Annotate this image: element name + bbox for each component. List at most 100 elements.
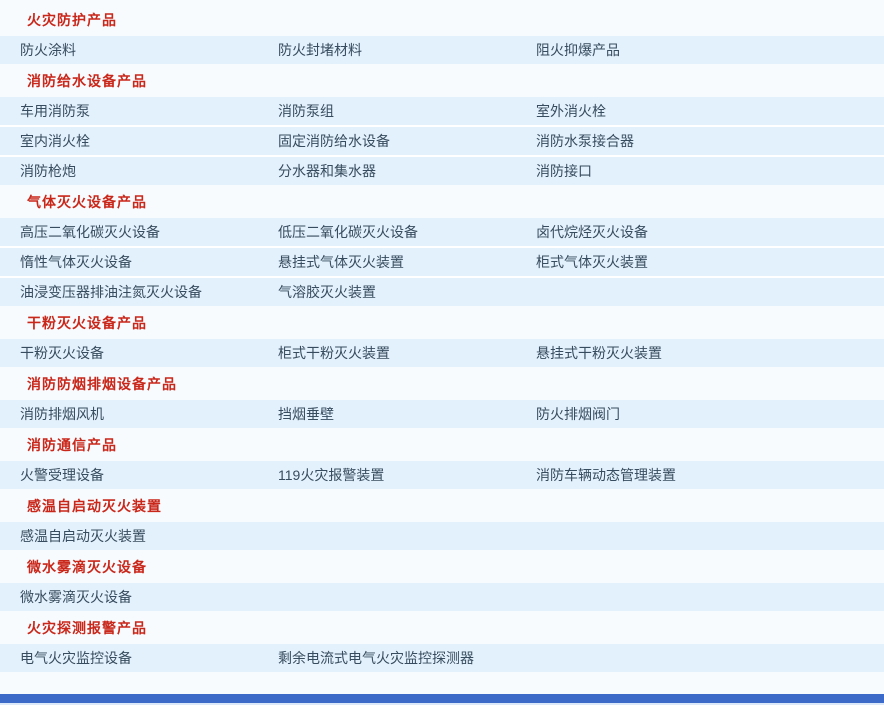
product-category-link[interactable]: 微水雾滴灭火设备 bbox=[20, 589, 132, 605]
product-category-link[interactable]: 车用消防泵 bbox=[20, 103, 90, 119]
product-category-link[interactable]: 悬挂式干粉灭火装置 bbox=[536, 345, 662, 361]
category-title-link[interactable]: 消防通信产品 bbox=[27, 435, 117, 455]
category-header-row: 消防防烟排烟设备产品 bbox=[0, 367, 884, 400]
item-cell: 剩余电流式电气火灾监控探测器 bbox=[278, 648, 536, 668]
footer-bar bbox=[0, 694, 884, 703]
product-category-link[interactable]: 干粉灭火设备 bbox=[20, 345, 104, 361]
category-header-row: 消防给水设备产品 bbox=[0, 64, 884, 97]
product-category-link[interactable]: 固定消防给水设备 bbox=[278, 133, 390, 149]
category-title-link[interactable]: 气体灭火设备产品 bbox=[27, 192, 147, 212]
product-category-link[interactable]: 消防枪炮 bbox=[20, 163, 76, 179]
category-items: 高压二氧化碳灭火设备 低压二氧化碳灭火设备 卤代烷烃灭火设备惰性气体灭火设备 悬挂式气… bbox=[0, 218, 884, 306]
item-cell: 防火封堵材料 bbox=[278, 40, 536, 60]
product-category-link[interactable]: 挡烟垂壁 bbox=[278, 406, 334, 422]
category-header-row: 微水雾滴灭火设备 bbox=[0, 550, 884, 583]
item-cell: 惰性气体灭火设备 bbox=[20, 252, 278, 272]
item-cell: 悬挂式干粉灭火装置 bbox=[536, 343, 794, 363]
product-category-link[interactable]: 消防泵组 bbox=[278, 103, 334, 119]
category-section: 感温自启动灭火装置感温自启动灭火装置 bbox=[0, 489, 884, 550]
category-title-link[interactable]: 干粉灭火设备产品 bbox=[27, 313, 147, 333]
product-category-link[interactable]: 柜式气体灭火装置 bbox=[536, 254, 648, 270]
category-header-row: 消防通信产品 bbox=[0, 428, 884, 461]
category-title-link[interactable]: 消防防烟排烟设备产品 bbox=[27, 374, 177, 394]
item-cell: 室外消火栓 bbox=[536, 101, 794, 121]
category-items: 消防排烟风机 挡烟垂壁 防火排烟阀门 bbox=[0, 400, 884, 428]
product-category-link[interactable]: 分水器和集水器 bbox=[278, 163, 376, 179]
category-section: 消防防烟排烟设备产品消防排烟风机 挡烟垂壁 防火排烟阀门 bbox=[0, 367, 884, 428]
item-cell: 气溶胶灭火装置 bbox=[278, 282, 536, 302]
product-category-link[interactable]: 感温自启动灭火装置 bbox=[20, 528, 146, 544]
product-category-link[interactable]: 低压二氧化碳灭火设备 bbox=[278, 224, 418, 240]
item-cell: 车用消防泵 bbox=[20, 101, 278, 121]
category-header-row: 干粉灭火设备产品 bbox=[0, 306, 884, 339]
item-row: 高压二氧化碳灭火设备 低压二氧化碳灭火设备 卤代烷烃灭火设备 bbox=[0, 218, 884, 246]
category-section: 气体灭火设备产品高压二氧化碳灭火设备 低压二氧化碳灭火设备 卤代烷烃灭火设备惰性气体… bbox=[0, 185, 884, 306]
category-items: 干粉灭火设备 柜式干粉灭火装置 悬挂式干粉灭火装置 bbox=[0, 339, 884, 367]
product-category-link[interactable]: 消防车辆动态管理装置 bbox=[536, 467, 676, 483]
product-category-link[interactable]: 惰性气体灭火设备 bbox=[20, 254, 132, 270]
item-cell: 感温自启动灭火装置 bbox=[20, 526, 278, 546]
product-category-link[interactable]: 剩余电流式电气火灾监控探测器 bbox=[278, 650, 474, 666]
product-category-link[interactable]: 消防排烟风机 bbox=[20, 406, 104, 422]
product-category-page: 火灾防护产品防火涂料防火封堵材料阻火抑爆产品消防给水设备产品车用消防泵消防泵组室… bbox=[0, 0, 884, 705]
item-cell: 消防排烟风机 bbox=[20, 404, 278, 424]
product-category-link[interactable]: 悬挂式气体灭火装置 bbox=[278, 254, 404, 270]
category-header-row: 感温自启动灭火装置 bbox=[0, 489, 884, 522]
item-cell: 消防接口 bbox=[536, 161, 794, 181]
category-title-link[interactable]: 消防给水设备产品 bbox=[27, 71, 147, 91]
product-category-link[interactable]: 柜式干粉灭火装置 bbox=[278, 345, 390, 361]
product-category-link[interactable]: 气溶胶灭火装置 bbox=[278, 284, 376, 300]
category-title-link[interactable]: 火灾探测报警产品 bbox=[27, 618, 147, 638]
item-cell: 高压二氧化碳灭火设备 bbox=[20, 222, 278, 242]
product-category-link[interactable]: 电气火灾监控设备 bbox=[20, 650, 132, 666]
item-cell: 防火排烟阀门 bbox=[536, 404, 794, 424]
item-row: 消防排烟风机 挡烟垂壁 防火排烟阀门 bbox=[0, 400, 884, 428]
product-category-link[interactable]: 火警受理设备 bbox=[20, 467, 104, 483]
category-header-row: 火灾探测报警产品 bbox=[0, 611, 884, 644]
product-category-link[interactable]: 卤代烷烃灭火设备 bbox=[536, 224, 648, 240]
product-category-link[interactable]: 油浸变压器排油注氮灭火设备 bbox=[20, 284, 202, 300]
item-cell: 柜式气体灭火装置 bbox=[536, 252, 794, 272]
product-category-link[interactable]: 防火封堵材料 bbox=[278, 42, 362, 58]
category-items: 感温自启动灭火装置 bbox=[0, 522, 884, 550]
category-section: 火灾探测报警产品电气火灾监控设备 剩余电流式电气火灾监控探测器 bbox=[0, 611, 884, 672]
product-category-link[interactable]: 阻火抑爆产品 bbox=[536, 42, 620, 58]
product-category-link[interactable]: 防火涂料 bbox=[20, 42, 76, 58]
category-section: 火灾防护产品防火涂料 防火封堵材料 阻火抑爆产品 bbox=[0, 3, 884, 64]
item-cell: 挡烟垂壁 bbox=[278, 404, 536, 424]
product-category-link[interactable]: 室外消火栓 bbox=[536, 103, 606, 119]
item-cell: 电气火灾监控设备 bbox=[20, 648, 278, 668]
product-category-link[interactable]: 防火排烟阀门 bbox=[536, 406, 620, 422]
category-section: 消防通信产品火警受理设备 119火灾报警装置 消防车辆动态管理装置 bbox=[0, 428, 884, 489]
product-category-link[interactable]: 消防接口 bbox=[536, 163, 592, 179]
item-cell: 柜式干粉灭火装置 bbox=[278, 343, 536, 363]
product-category-link[interactable]: 消防水泵接合器 bbox=[536, 133, 634, 149]
item-cell: 悬挂式气体灭火装置 bbox=[278, 252, 536, 272]
item-row: 电气火灾监控设备 剩余电流式电气火灾监控探测器 bbox=[0, 644, 884, 672]
item-row: 油浸变压器排油注氮灭火设备 气溶胶灭火装置 bbox=[0, 278, 884, 306]
category-title-link[interactable]: 火灾防护产品 bbox=[27, 10, 117, 30]
item-cell: 卤代烷烃灭火设备 bbox=[536, 222, 794, 242]
category-items: 微水雾滴灭火设备 bbox=[0, 583, 884, 611]
category-section: 消防给水设备产品车用消防泵 消防泵组 室外消火栓室内消火栓 固定消防给水设备 消防水泵接… bbox=[0, 64, 884, 185]
item-row: 车用消防泵 消防泵组 室外消火栓 bbox=[0, 97, 884, 125]
item-row: 干粉灭火设备 柜式干粉灭火装置 悬挂式干粉灭火装置 bbox=[0, 339, 884, 367]
category-title-link[interactable]: 微水雾滴灭火设备 bbox=[27, 557, 147, 577]
item-row: 室内消火栓 固定消防给水设备 消防水泵接合器 bbox=[0, 127, 884, 155]
product-category-link[interactable]: 室内消火栓 bbox=[20, 133, 90, 149]
category-items: 防火涂料 防火封堵材料 阻火抑爆产品 bbox=[0, 36, 884, 64]
item-row: 消防枪炮 分水器和集水器 消防接口 bbox=[0, 157, 884, 185]
item-cell: 低压二氧化碳灭火设备 bbox=[278, 222, 536, 242]
category-items: 电气火灾监控设备 剩余电流式电气火灾监控探测器 bbox=[0, 644, 884, 672]
product-category-link[interactable]: 119火灾报警装置 bbox=[278, 467, 384, 483]
item-cell: 干粉灭火设备 bbox=[20, 343, 278, 363]
category-items: 火警受理设备 119火灾报警装置 消防车辆动态管理装置 bbox=[0, 461, 884, 489]
item-cell: 消防车辆动态管理装置 bbox=[536, 465, 794, 485]
category-section: 干粉灭火设备产品干粉灭火设备 柜式干粉灭火装置 悬挂式干粉灭火装置 bbox=[0, 306, 884, 367]
item-cell: 消防水泵接合器 bbox=[536, 131, 794, 151]
product-category-link[interactable]: 高压二氧化碳灭火设备 bbox=[20, 224, 160, 240]
item-cell: 防火涂料 bbox=[20, 40, 278, 60]
item-cell: 消防枪炮 bbox=[20, 161, 278, 181]
item-row: 感温自启动灭火装置 bbox=[0, 522, 884, 550]
category-title-link[interactable]: 感温自启动灭火装置 bbox=[27, 496, 162, 516]
